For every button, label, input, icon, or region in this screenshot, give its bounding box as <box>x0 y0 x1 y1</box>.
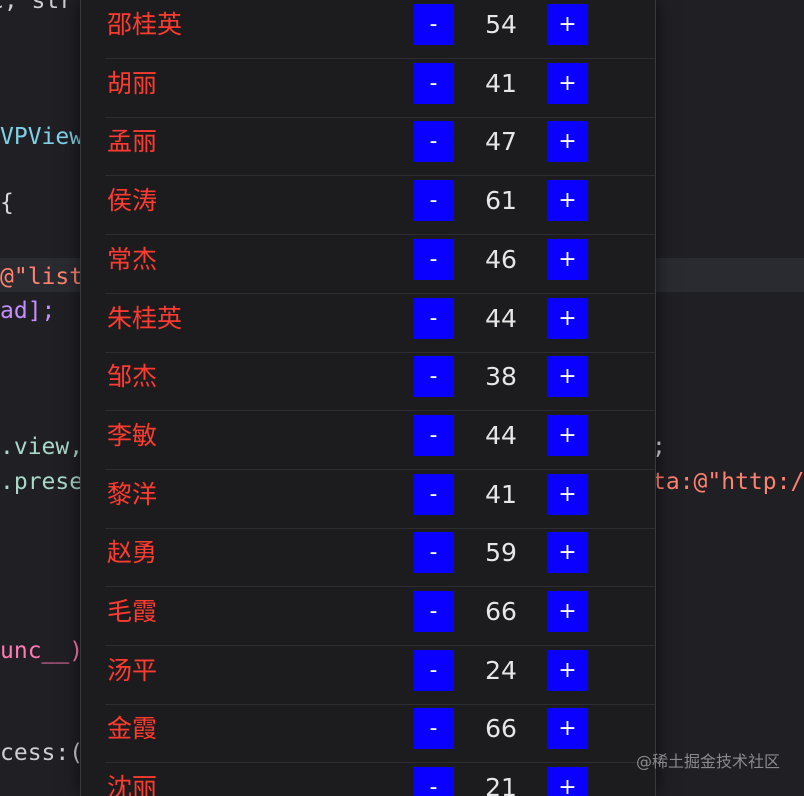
student-list-panel[interactable]: 邵桂英 -54 + 胡丽 -41 + 孟丽 -47 + 侯涛 -61 + 常杰 -46 + 朱桂英 -44 + 邹杰… <box>80 0 656 796</box>
person-name: 毛霞 <box>107 597 158 626</box>
count-value: 24 <box>485 655 517 685</box>
app-window: c, str VPView { @"list ad]; .view, .prese unc__… <box>0 0 804 796</box>
count-value: 54 <box>485 10 517 39</box>
person-name: 孟丽 <box>107 127 158 157</box>
list-item: 邵桂英 - 54 + <box>81 0 655 59</box>
decrement-button[interactable]: - <box>413 767 454 796</box>
watermark: @稀土掘金技术社区 <box>635 752 780 771</box>
count-value: 66 <box>485 597 517 626</box>
code-line-fragment: ad]; <box>0 298 56 324</box>
increment-button[interactable]: + <box>547 62 588 104</box>
count-value: 44 <box>485 303 517 333</box>
decrement-button[interactable]: - <box>413 121 454 163</box>
code-line-fragment: c, str <box>0 0 74 14</box>
increment-button[interactable]: + <box>547 532 588 574</box>
list-item: 侯涛 - 61 + <box>81 176 655 236</box>
code-line-fragment: unc__) <box>0 638 84 664</box>
decrement-button[interactable]: - <box>413 4 454 45</box>
increment-button[interactable]: + <box>547 591 588 632</box>
person-name: 沈丽 <box>107 773 158 796</box>
increment-button[interactable]: + <box>547 4 588 45</box>
increment-button[interactable]: + <box>547 414 588 456</box>
list-item: 朱桂英 - 44 + <box>81 294 655 353</box>
list-item: 沈丽 - 21 + <box>81 763 655 796</box>
code-line-fragment: { <box>0 190 14 216</box>
decrement-button[interactable]: - <box>413 473 454 515</box>
list-item: 邹杰 - 38 + <box>81 352 655 412</box>
person-name: 侯涛 <box>107 186 158 216</box>
decrement-button[interactable]: - <box>413 532 454 574</box>
list-item: 金霞 - 66 + <box>81 704 655 764</box>
list-item: 孟丽 - 47 + <box>81 117 655 177</box>
count-value: 44 <box>485 420 517 450</box>
count-value: 41 <box>485 68 517 98</box>
code-line-fragment: .prese <box>0 469 84 495</box>
increment-button[interactable]: + <box>547 121 588 163</box>
count-value: 61 <box>485 186 517 216</box>
person-name: 李敏 <box>107 420 158 450</box>
decrement-button[interactable]: - <box>413 297 454 339</box>
list-item: 汤平 - 24 + <box>81 646 655 705</box>
person-name: 朱桂英 <box>107 303 183 333</box>
count-value: 21 <box>485 773 517 796</box>
decrement-button[interactable]: - <box>413 356 454 398</box>
increment-button[interactable]: + <box>547 473 588 515</box>
list-item: 胡丽 - 41 + <box>81 59 655 118</box>
count-value: 66 <box>485 714 517 744</box>
list-item: 赵勇 - 59 + <box>81 528 655 588</box>
person-name: 汤平 <box>107 655 158 685</box>
code-line-fragment: @"list <box>0 264 84 290</box>
decrement-button[interactable]: - <box>413 238 454 280</box>
increment-button[interactable]: + <box>547 767 588 796</box>
count-value: 38 <box>485 362 517 392</box>
count-value: 46 <box>485 244 517 274</box>
list-item: 常杰 - 46 + <box>81 235 655 294</box>
count-value: 59 <box>485 538 517 568</box>
decrement-button[interactable]: - <box>413 62 454 104</box>
person-name: 邵桂英 <box>107 10 183 39</box>
decrement-button[interactable]: - <box>413 180 454 222</box>
person-name: 邹杰 <box>107 362 158 392</box>
increment-button[interactable]: + <box>547 238 588 280</box>
list-item: 毛霞 - 66 + <box>81 587 655 646</box>
increment-button[interactable]: + <box>547 649 588 691</box>
increment-button[interactable]: + <box>547 708 588 750</box>
increment-button[interactable]: + <box>547 297 588 339</box>
person-name: 金霞 <box>107 714 158 744</box>
list-item: 李敏 - 44 + <box>81 411 655 470</box>
list-item: 黎洋 - 41 + <box>81 470 655 529</box>
decrement-button[interactable]: - <box>413 649 454 691</box>
person-name: 赵勇 <box>107 538 158 568</box>
count-value: 41 <box>485 479 517 509</box>
person-name: 黎洋 <box>107 479 158 509</box>
decrement-button[interactable]: - <box>413 708 454 750</box>
person-name: 胡丽 <box>107 68 158 98</box>
code-line-fragment: .view, <box>0 434 84 460</box>
count-value: 47 <box>485 127 517 157</box>
code-line-fragment: VPView <box>0 124 84 150</box>
person-name: 常杰 <box>107 244 158 274</box>
code-line-fragment: ta:@"http:/ <box>652 469 804 495</box>
decrement-button[interactable]: - <box>413 414 454 456</box>
increment-button[interactable]: + <box>547 180 588 222</box>
decrement-button[interactable]: - <box>413 591 454 632</box>
code-line-fragment: cess:( <box>0 740 84 766</box>
increment-button[interactable]: + <box>547 356 588 398</box>
